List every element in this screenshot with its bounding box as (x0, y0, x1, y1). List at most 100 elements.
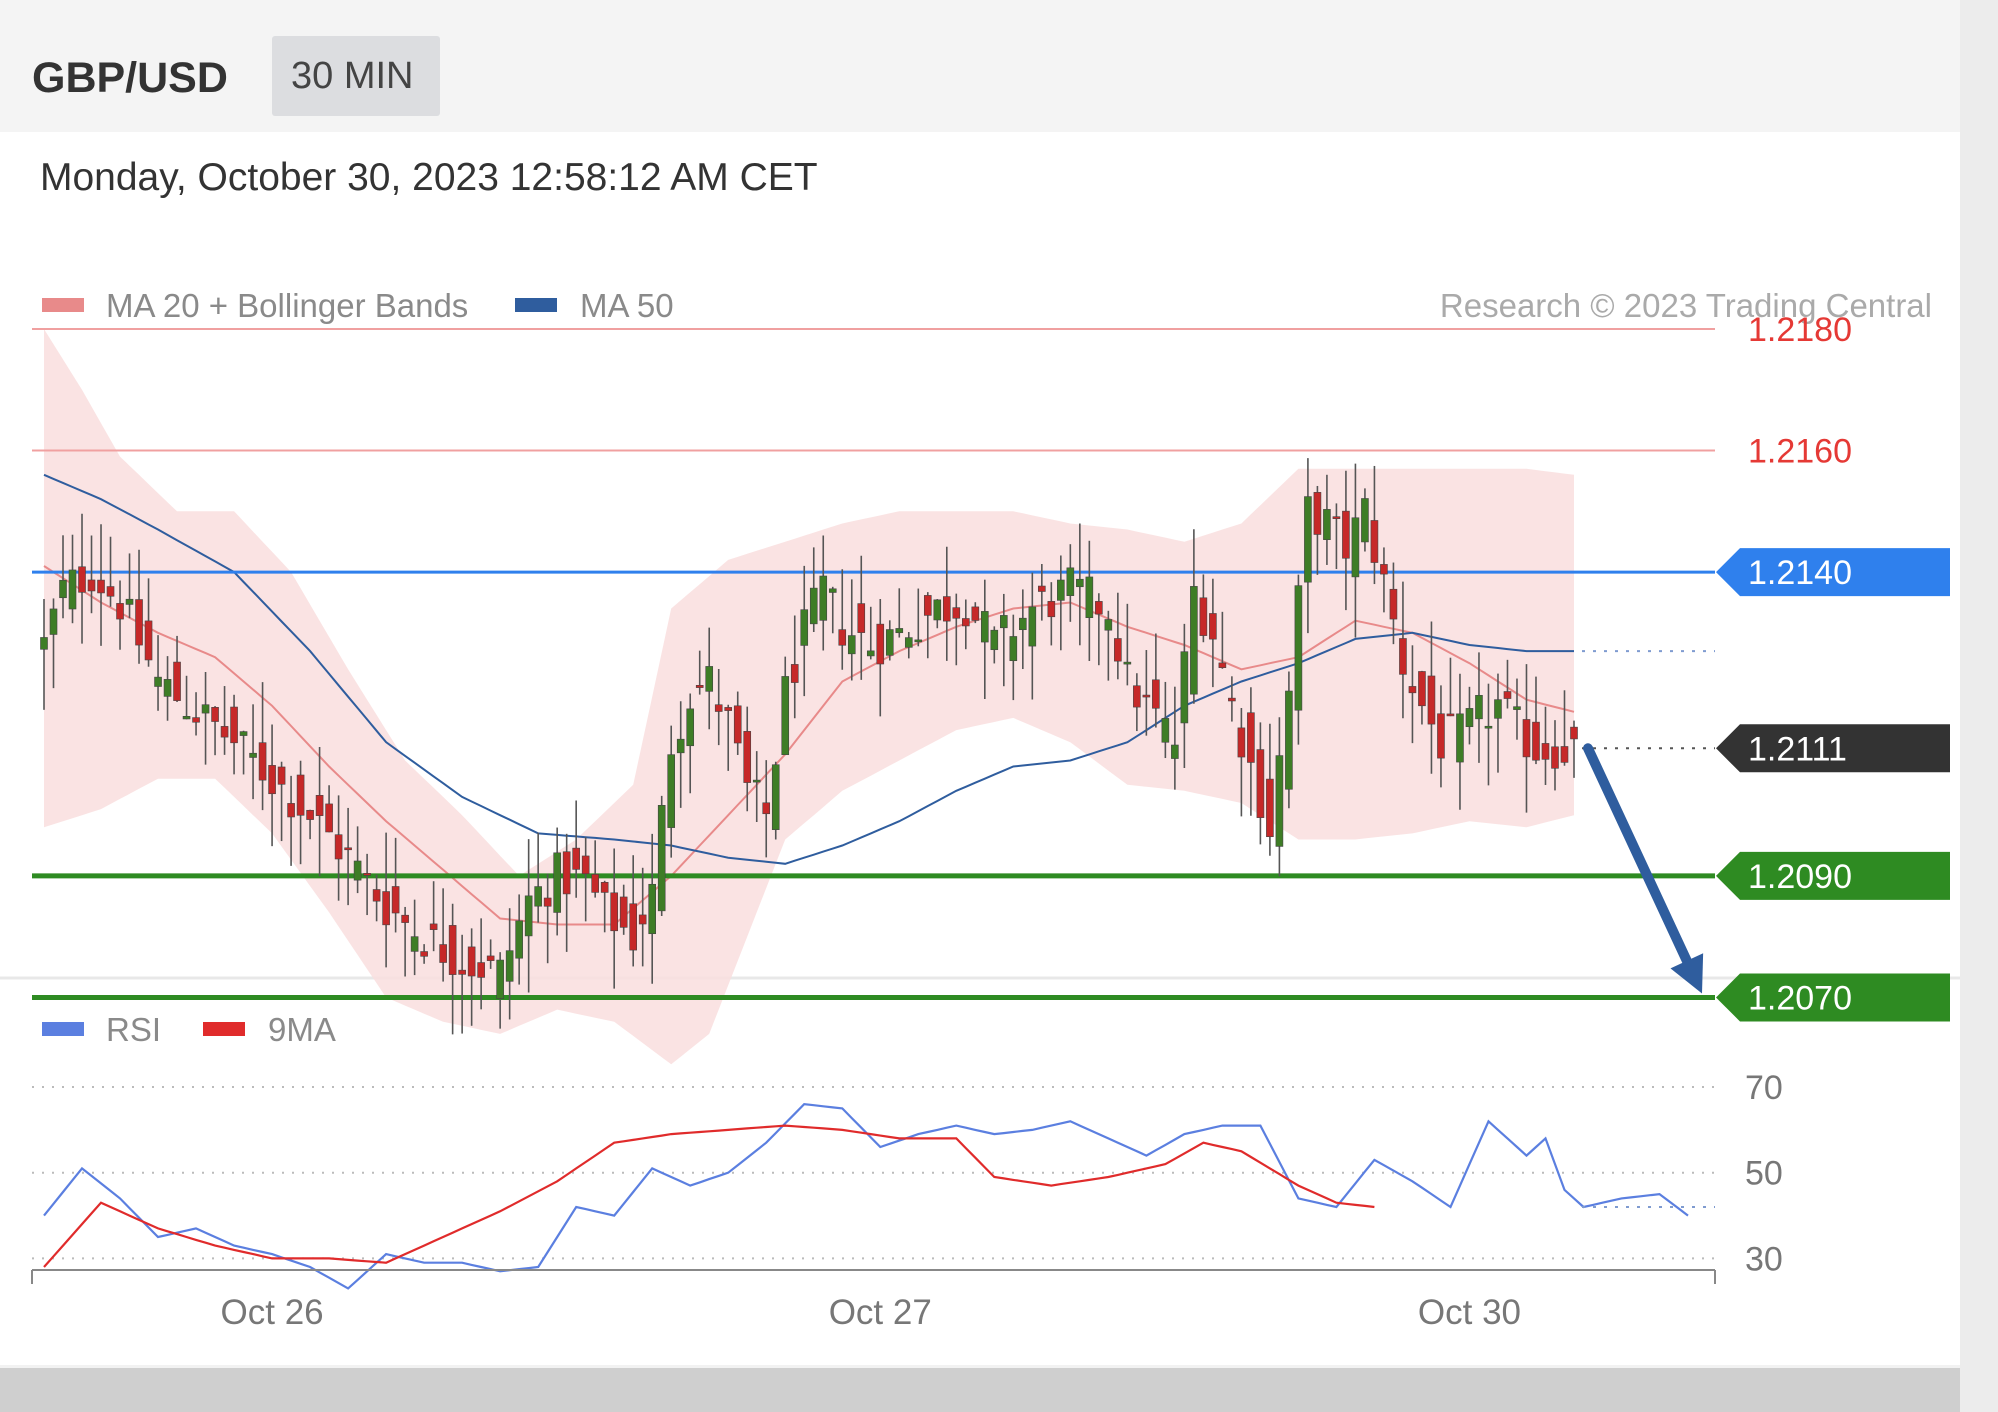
candle-body (610, 892, 618, 932)
ma50-legend-label: MA 50 (580, 287, 674, 324)
pair-title: GBP/USD (32, 54, 228, 102)
rsi-tick-label: 30 (1745, 1240, 1783, 1278)
support-level-label: 1.2090 (1748, 858, 1852, 896)
candle-body (534, 886, 542, 907)
candle-body (1522, 719, 1531, 758)
candle-body (144, 620, 153, 661)
candle-body (1513, 706, 1521, 710)
candle-body (762, 802, 771, 815)
candle-body (220, 726, 229, 738)
candle-body (1551, 746, 1559, 769)
candle-body (923, 595, 932, 616)
candle-body (1304, 496, 1312, 583)
candle-body (163, 679, 172, 697)
candle-body (49, 608, 58, 635)
candle-body (211, 707, 219, 722)
candle-body (1190, 586, 1198, 695)
bottom-strip (0, 1368, 1998, 1412)
candle-body (600, 881, 609, 893)
candle-body (467, 946, 476, 977)
candle-body (201, 704, 210, 714)
candle-body (591, 874, 599, 893)
candle-body (410, 936, 419, 952)
candle-body (1323, 509, 1331, 540)
candle-body (809, 587, 818, 625)
candle-body (1437, 713, 1445, 759)
candle-body (116, 603, 124, 620)
candle-body (1047, 601, 1056, 618)
candle-body (1380, 564, 1388, 575)
pivot-level-label: 1.2140 (1748, 554, 1852, 592)
candle-body (515, 920, 523, 959)
candle-body (1475, 695, 1483, 720)
candle-body (325, 803, 333, 833)
candle-body (1237, 727, 1246, 758)
candle-body (1399, 638, 1407, 675)
ma20-legend-label: MA 20 + Bollinger Bands (106, 287, 468, 324)
candle-body (1171, 744, 1179, 759)
candle-body (1256, 749, 1265, 818)
candle-body (1057, 579, 1065, 601)
candle-body (847, 635, 856, 655)
candle-body (1313, 492, 1322, 535)
candle-body (667, 754, 676, 828)
chart-card: GBP/USD 30 MIN Monday, October 30, 2023 … (0, 0, 1998, 1412)
candle-body (676, 738, 685, 754)
candle-body (1161, 718, 1170, 743)
candle-body (1199, 597, 1208, 636)
candle-body (344, 847, 352, 851)
resistance-level-label: 1.2180 (1748, 311, 1852, 349)
candle-body (78, 566, 86, 593)
candle-body (1142, 694, 1151, 698)
candle-body (562, 851, 571, 895)
candle-body (448, 925, 457, 975)
candle-body (933, 599, 942, 621)
candle-body (1133, 685, 1141, 708)
candle-body (363, 873, 371, 876)
candle-body (705, 666, 714, 692)
candle-body (1408, 686, 1417, 694)
rsi-legend-swatch (42, 1022, 84, 1036)
candle-body (581, 855, 590, 875)
candle-body (1247, 712, 1255, 763)
candle-body (1465, 708, 1474, 728)
candle-body (192, 717, 200, 723)
candle-body (429, 923, 438, 930)
candle-body (838, 629, 847, 646)
candle-body (904, 637, 913, 648)
candle-body (971, 606, 980, 621)
candle-body (743, 731, 752, 783)
candle-body (686, 708, 695, 747)
candle-body (1560, 746, 1569, 763)
candle-body (296, 774, 305, 816)
candle-body (401, 914, 409, 923)
candle-body (638, 914, 647, 925)
candle-body (1000, 615, 1008, 629)
support-level-label: 1.2070 (1748, 979, 1852, 1017)
candle-body (895, 628, 904, 634)
candle-body (1294, 585, 1303, 711)
candle-body (486, 955, 495, 961)
date-tick-label: Oct 30 (1418, 1293, 1521, 1332)
timeframe-label[interactable]: 30 MIN (291, 55, 413, 97)
candle-body (1456, 713, 1464, 763)
candle-body (1570, 726, 1578, 740)
candle-body (334, 834, 343, 860)
candle-body (353, 860, 362, 881)
candle-body (914, 639, 923, 643)
candle-body (553, 852, 561, 913)
candle-body (876, 623, 885, 665)
candle-body (952, 607, 961, 619)
candle-body (790, 664, 799, 683)
candle-body (420, 951, 428, 957)
candle-body (1114, 638, 1122, 662)
candle-body (1085, 576, 1094, 618)
candle-body (277, 766, 286, 785)
candle-body (1332, 516, 1341, 519)
candle-body (287, 803, 295, 818)
candle-body (1180, 651, 1189, 724)
candle-body (458, 969, 466, 975)
candle-body (1446, 713, 1455, 717)
candle-body (59, 579, 67, 599)
candlestick (1285, 671, 1293, 809)
